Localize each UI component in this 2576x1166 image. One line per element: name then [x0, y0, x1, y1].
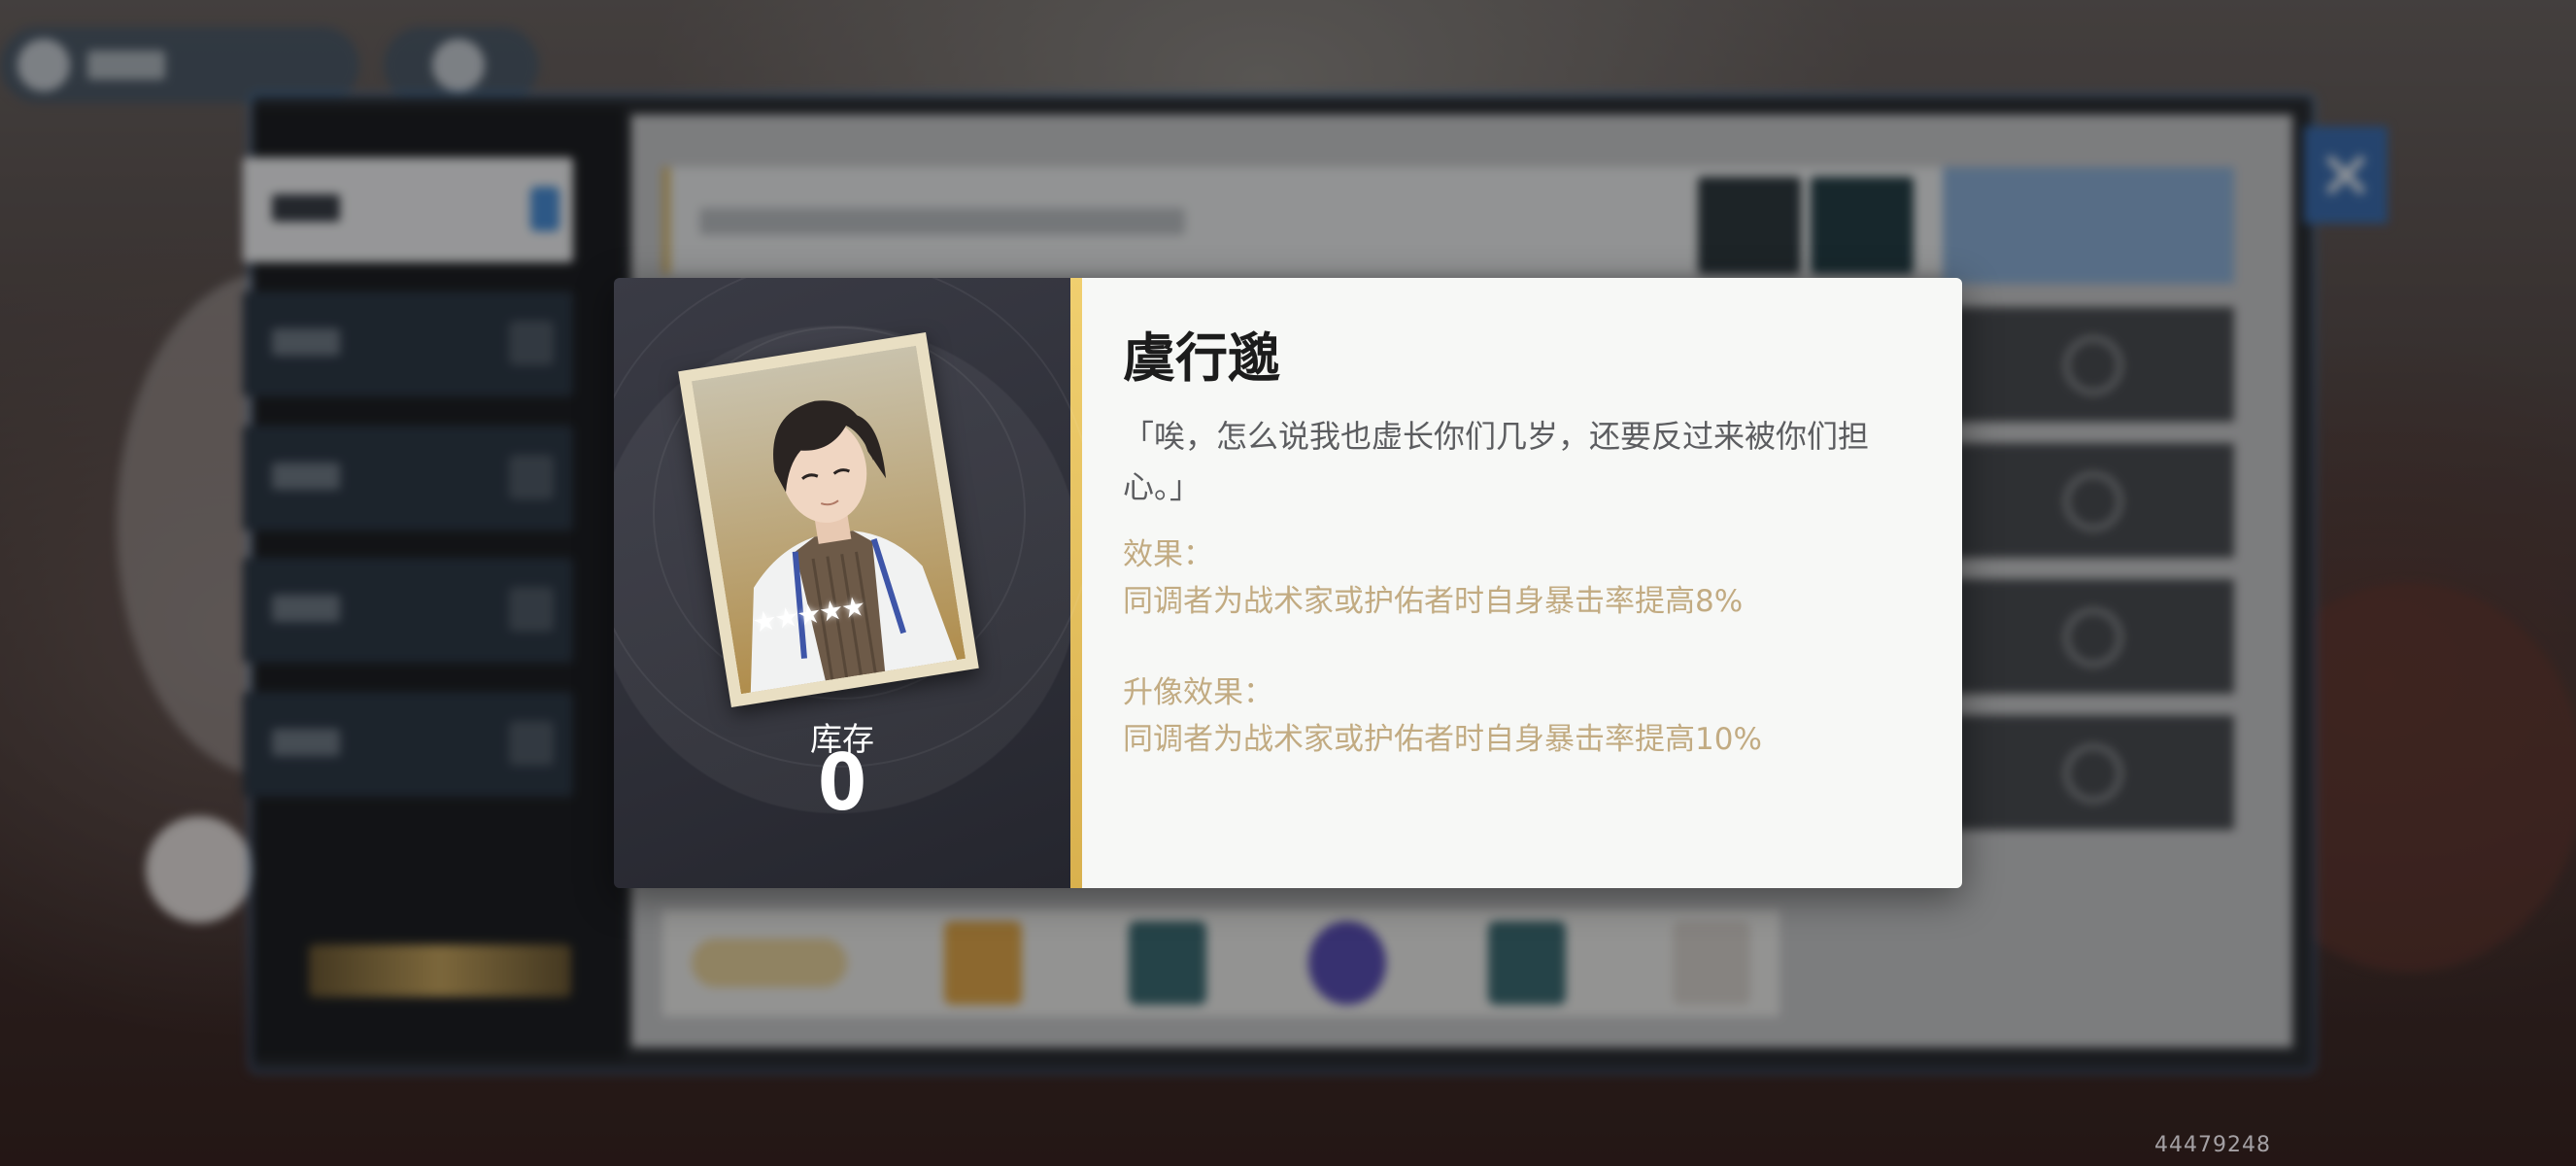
player-uid: 44479248: [2154, 1133, 2271, 1157]
character-name: 虞行邈: [1123, 326, 1280, 389]
info-pane: 虞行邈 「唉，怎么说我也虚长你们几岁，还要反过来被你们担心。」 效果： 同调者为…: [1082, 278, 1962, 888]
upgrade-effect-text: 同调者为战术家或护佑者时自身暴击率提高10%: [1123, 722, 1762, 757]
effect-label: 效果：: [1123, 537, 1213, 572]
character-portrait-card: [678, 331, 979, 708]
stock-value: 0: [817, 737, 867, 828]
character-quote: 「唉，怎么说我也虚长你们几岁，还要反过来被你们担心。」: [1123, 418, 1870, 505]
portrait-pane: ★★★★★ 库存 0: [614, 278, 1094, 888]
effect-text: 同调者为战术家或护佑者时自身暴击率提高8%: [1123, 584, 1744, 619]
upgrade-effect-label: 升像效果：: [1123, 675, 1273, 710]
character-card-popup: ★★★★★ 库存 0 虞行邈 「唉，怎么说我也虚长你们几岁，还要反过来被你们担心…: [614, 278, 1962, 888]
